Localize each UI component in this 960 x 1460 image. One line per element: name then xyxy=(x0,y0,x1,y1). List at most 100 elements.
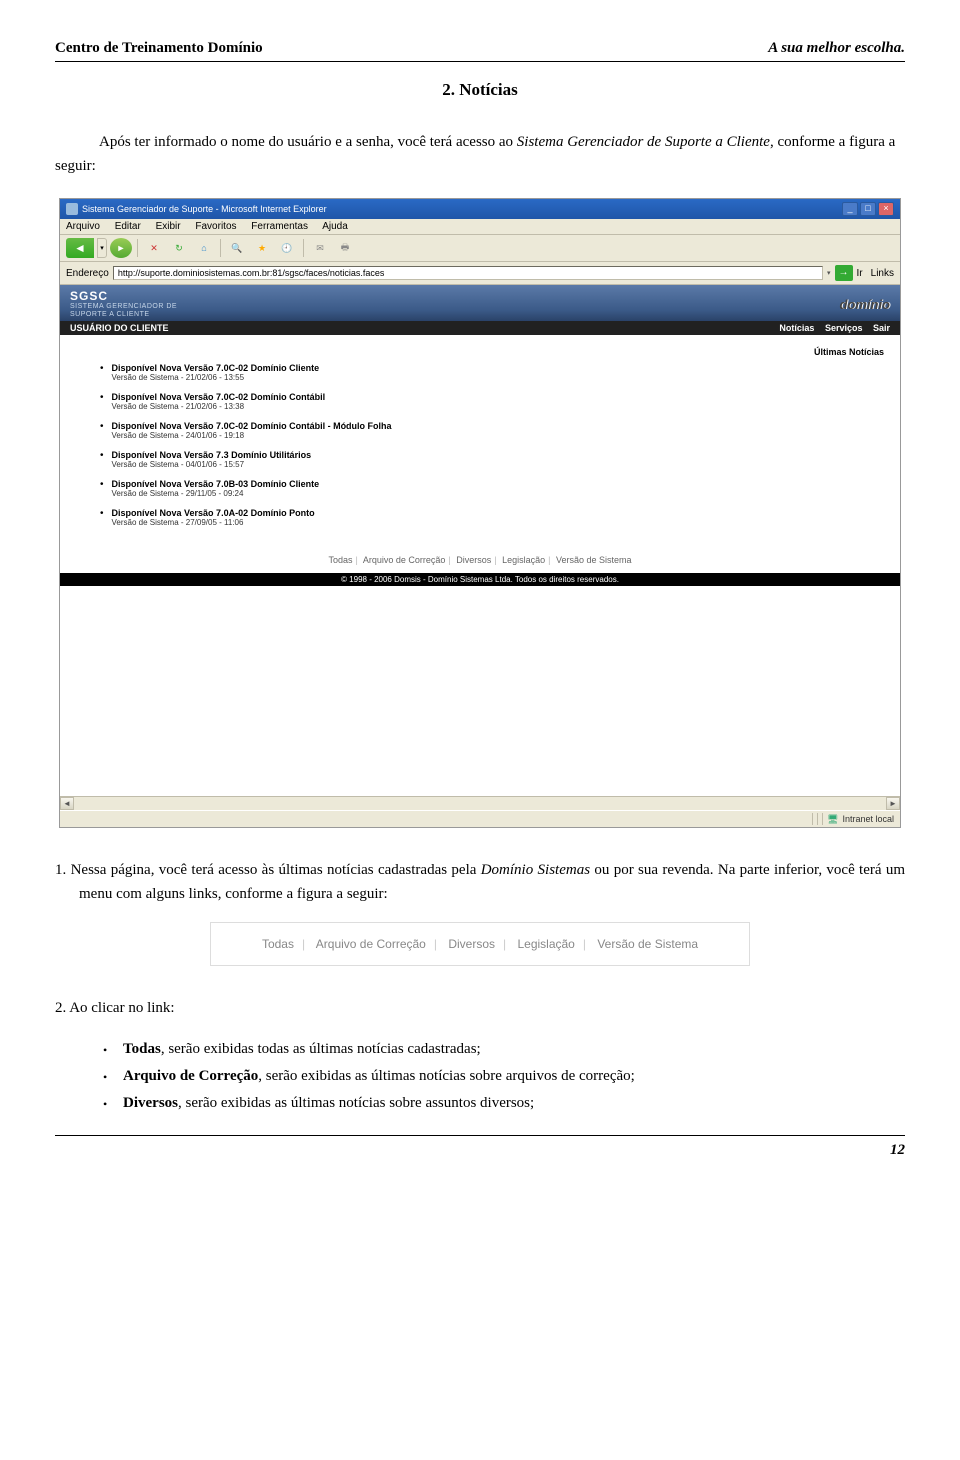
dominio-logo: domínio xyxy=(839,297,890,312)
scroll-right-icon[interactable]: ► xyxy=(886,797,900,810)
menu-ferramentas[interactable]: Ferramentas xyxy=(251,221,308,232)
search-button[interactable]: 🔍 xyxy=(226,238,248,258)
fig-link-diversos[interactable]: Diversos xyxy=(448,937,495,951)
sgsc-banner: SGSC SISTEMA GERENCIADOR DE SUPORTE A CL… xyxy=(60,285,900,321)
news-item: • Disponível Nova Versão 7.0C-02 Domínio… xyxy=(100,392,860,411)
bullet-term: Arquivo de Correção xyxy=(123,1068,258,1084)
link-arquivo[interactable]: Arquivo de Correção xyxy=(363,555,446,565)
bullet-text: , serão exibidas as últimas notícias sob… xyxy=(178,1095,534,1111)
intro-text-a: Após ter informado o nome do usuário e a… xyxy=(99,134,517,150)
user-label: USUÁRIO DO CLIENTE xyxy=(70,323,169,333)
address-dropdown-icon[interactable]: ▾ xyxy=(827,269,831,277)
news-title[interactable]: Disponível Nova Versão 7.0C-02 Domínio C… xyxy=(112,392,326,402)
address-label: Endereço xyxy=(66,268,109,279)
link-diversos[interactable]: Diversos xyxy=(456,555,491,565)
horizontal-scrollbar[interactable]: ◄ ► xyxy=(60,796,900,810)
news-date: Versão de Sistema - 24/01/06 - 19:18 xyxy=(112,431,392,440)
news-list: • Disponível Nova Versão 7.0C-02 Domínio… xyxy=(60,363,900,547)
window-title: Sistema Gerenciador de Suporte - Microso… xyxy=(82,204,327,214)
item2-text: Ao clicar no link: xyxy=(69,1000,174,1016)
news-date: Versão de Sistema - 04/01/06 - 15:57 xyxy=(112,460,312,469)
mail-button[interactable]: ✉ xyxy=(309,238,331,258)
bullet-text: , serão exibidas todas as últimas notíci… xyxy=(161,1041,481,1057)
numbered-item-1: 1. Nessa página, você terá acesso às últ… xyxy=(79,858,905,906)
fig-link-arquivo[interactable]: Arquivo de Correção xyxy=(316,937,426,951)
link-versao[interactable]: Versão de Sistema xyxy=(556,555,632,565)
news-item: • Disponível Nova Versão 7.0C-02 Domínio… xyxy=(100,363,860,382)
fig-link-versao[interactable]: Versão de Sistema xyxy=(597,937,698,951)
whitespace xyxy=(60,586,900,796)
go-button[interactable]: → xyxy=(835,265,853,281)
window-titlebar: Sistema Gerenciador de Suporte - Microso… xyxy=(60,199,900,219)
numbered-item-2: 2. Ao clicar no link: xyxy=(79,996,905,1020)
links-label[interactable]: Links xyxy=(871,268,894,279)
menu-favoritos[interactable]: Favoritos xyxy=(195,221,236,232)
nav-sair[interactable]: Sair xyxy=(873,323,890,333)
news-item: • Disponível Nova Versão 7.3 Domínio Uti… xyxy=(100,450,860,469)
menu-arquivo[interactable]: Arquivo xyxy=(66,221,100,232)
sgsc-brand-block: SGSC SISTEMA GERENCIADOR DE SUPORTE A CL… xyxy=(70,289,177,318)
bullet-term: Diversos xyxy=(123,1095,178,1111)
item1-text-b: Domínio Sistemas xyxy=(481,862,590,878)
fig-link-legislacao[interactable]: Legislação xyxy=(517,937,574,951)
menu-editar[interactable]: Editar xyxy=(115,221,141,232)
item-number: 1. xyxy=(55,862,66,878)
bullet-item: Todas, serão exibidas todas as últimas n… xyxy=(103,1036,905,1063)
link-todas[interactable]: Todas xyxy=(328,555,352,565)
print-button[interactable]: 🖶 xyxy=(334,238,356,258)
copyright-bar: © 1998 - 2006 Domsis - Domínio Sistemas … xyxy=(60,573,900,586)
news-date: Versão de Sistema - 21/02/06 - 13:38 xyxy=(112,402,326,411)
item1-text-a: Nessa página, você terá acesso às última… xyxy=(71,862,481,878)
sgsc-brand: SGSC xyxy=(70,289,177,303)
toolbar-separator xyxy=(220,239,221,257)
news-title[interactable]: Disponível Nova Versão 7.0C-02 Domínio C… xyxy=(112,421,392,431)
bullet-icon: • xyxy=(100,421,104,440)
intro-paragraph: Após ter informado o nome do usuário e a… xyxy=(55,130,905,178)
screenshot-figure: Sistema Gerenciador de Suporte - Microso… xyxy=(59,198,901,828)
header-right: A sua melhor escolha. xyxy=(768,40,905,57)
toolbar: ◄ ▾ ► ✕ ↻ ⌂ 🔍 ★ 🕘 ✉ 🖶 xyxy=(60,235,900,262)
nav-noticias[interactable]: Notícias xyxy=(779,323,814,333)
scroll-left-icon[interactable]: ◄ xyxy=(60,797,74,810)
news-item: • Disponível Nova Versão 7.0C-02 Domínio… xyxy=(100,421,860,440)
ie-icon xyxy=(66,203,78,215)
news-title[interactable]: Disponível Nova Versão 7.0C-02 Domínio C… xyxy=(112,363,320,373)
forward-button[interactable]: ► xyxy=(110,238,132,258)
news-item: • Disponível Nova Versão 7.0A-02 Domínio… xyxy=(100,508,860,527)
history-button[interactable]: 🕘 xyxy=(276,238,298,258)
back-dropdown[interactable]: ▾ xyxy=(97,238,107,258)
bullet-icon: • xyxy=(100,363,104,382)
refresh-button[interactable]: ↻ xyxy=(168,238,190,258)
sgsc-sub1: SISTEMA GERENCIADOR DE xyxy=(70,303,177,311)
bullet-icon: • xyxy=(100,392,104,411)
favorites-button[interactable]: ★ xyxy=(251,238,273,258)
section-title: 2. Notícias xyxy=(55,80,905,100)
addressbar: Endereço http://suporte.dominiosistemas.… xyxy=(60,262,900,285)
bullet-icon: • xyxy=(100,450,104,469)
link-legislacao[interactable]: Legislação xyxy=(502,555,545,565)
bullet-item: Arquivo de Correção, serão exibidas as ú… xyxy=(103,1063,905,1090)
go-label: Ir xyxy=(857,268,863,279)
menu-figure: Todas| Arquivo de Correção| Diversos| Le… xyxy=(210,922,750,966)
menu-ajuda[interactable]: Ajuda xyxy=(322,221,348,232)
home-button[interactable]: ⌂ xyxy=(193,238,215,258)
address-input[interactable]: http://suporte.dominiosistemas.com.br:81… xyxy=(113,266,823,280)
news-title[interactable]: Disponível Nova Versão 7.0A-02 Domínio P… xyxy=(112,508,315,518)
window-maximize-button[interactable]: □ xyxy=(860,202,876,216)
stop-button[interactable]: ✕ xyxy=(143,238,165,258)
fig-link-todas[interactable]: Todas xyxy=(262,937,294,951)
bullet-icon: • xyxy=(100,508,104,527)
header-left: Centro de Treinamento Domínio xyxy=(55,40,263,57)
window-close-button[interactable]: × xyxy=(878,202,894,216)
news-title[interactable]: Disponível Nova Versão 7.3 Domínio Utili… xyxy=(112,450,312,460)
sgsc-sub2: SUPORTE A CLIENTE xyxy=(70,311,177,319)
nav-servicos[interactable]: Serviços xyxy=(825,323,863,333)
page-number: 12 xyxy=(55,1135,905,1159)
window-minimize-button[interactable]: _ xyxy=(842,202,858,216)
news-title[interactable]: Disponível Nova Versão 7.0B-03 Domínio C… xyxy=(112,479,320,489)
news-item: • Disponível Nova Versão 7.0B-03 Domínio… xyxy=(100,479,860,498)
menu-exibir[interactable]: Exibir xyxy=(156,221,181,232)
status-separator xyxy=(812,813,813,825)
item-number: 2. xyxy=(55,1000,66,1016)
back-button[interactable]: ◄ xyxy=(66,238,94,258)
